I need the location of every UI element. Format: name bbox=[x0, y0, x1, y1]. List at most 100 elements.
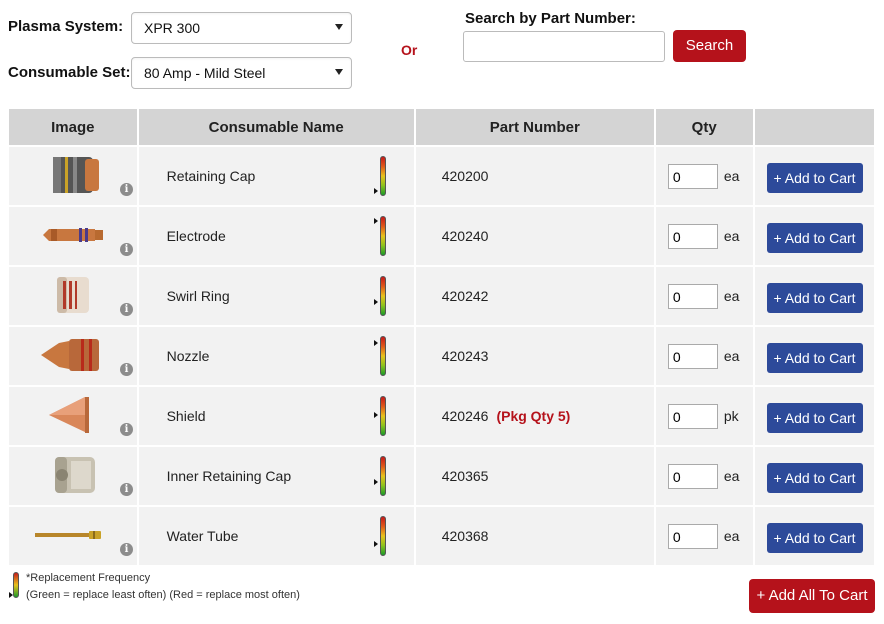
header-actions bbox=[754, 109, 874, 145]
quantity-input[interactable] bbox=[667, 524, 718, 549]
image-cell: i bbox=[9, 325, 137, 385]
name-cell: Nozzle bbox=[138, 325, 414, 385]
quantity-input[interactable] bbox=[667, 344, 718, 369]
part-number-cell: 420200 bbox=[415, 145, 654, 205]
unit-label: ea bbox=[723, 168, 740, 184]
replacement-frequency-icon bbox=[379, 156, 386, 196]
name-cell: Water Tube bbox=[138, 505, 414, 565]
name-cell: Retaining Cap bbox=[138, 145, 414, 205]
header-consumable-name: Consumable Name bbox=[138, 109, 414, 145]
info-icon[interactable]: i bbox=[120, 543, 133, 556]
part-number: 420240 bbox=[441, 228, 489, 244]
add-to-cart-button[interactable]: + Add to Cart bbox=[766, 163, 863, 193]
unit-label: pk bbox=[723, 408, 739, 424]
table-row: i Inner Retaining Cap 420365 ea + Add to… bbox=[9, 445, 874, 505]
part-number: 420242 bbox=[441, 288, 489, 304]
part-number-cell: 420368 bbox=[415, 505, 654, 565]
legend-title: *Replacement Frequency bbox=[26, 572, 151, 584]
frequency-pointer-icon bbox=[373, 340, 378, 346]
unit-label: ea bbox=[723, 468, 740, 484]
unit-label: ea bbox=[723, 288, 740, 304]
quantity-input[interactable] bbox=[667, 224, 718, 249]
add-to-cart-button[interactable]: + Add to Cart bbox=[766, 523, 863, 553]
image-cell: i bbox=[9, 265, 137, 325]
unit-label: ea bbox=[723, 348, 740, 364]
unit-label: ea bbox=[723, 228, 740, 244]
info-icon[interactable]: i bbox=[120, 483, 133, 496]
action-cell: + Add to Cart bbox=[754, 205, 874, 265]
image-cell: i bbox=[9, 505, 137, 565]
consumables-table: Image Consumable Name Part Number Qty i … bbox=[7, 109, 876, 565]
part-number-cell: 420246 (Pkg Qty 5) bbox=[415, 385, 654, 445]
part-image bbox=[29, 153, 109, 197]
table-row: i Retaining Cap 420200 ea + Add to Cart bbox=[9, 145, 874, 205]
add-to-cart-button[interactable]: + Add to Cart bbox=[766, 223, 863, 253]
plasma-system-label: Plasma System: bbox=[8, 18, 124, 35]
consumable-set-select[interactable]: 80 Amp - Mild Steel bbox=[131, 57, 352, 89]
frequency-pointer-icon bbox=[373, 412, 378, 418]
frequency-pointer-icon bbox=[373, 479, 378, 485]
action-cell: + Add to Cart bbox=[754, 505, 874, 565]
header-part-number: Part Number bbox=[415, 109, 654, 145]
part-number-cell: 420240 bbox=[415, 205, 654, 265]
quantity-input[interactable] bbox=[667, 284, 718, 309]
quantity-input[interactable] bbox=[667, 164, 718, 189]
name-cell: Swirl Ring bbox=[138, 265, 414, 325]
dropdown-caret-icon bbox=[335, 69, 343, 75]
part-number-search-input[interactable] bbox=[463, 31, 665, 62]
part-number-cell: 420243 bbox=[415, 325, 654, 385]
consumable-name: Swirl Ring bbox=[166, 288, 230, 304]
info-icon[interactable]: i bbox=[120, 423, 133, 436]
consumable-name: Inner Retaining Cap bbox=[166, 468, 292, 484]
add-all-to-cart-button[interactable]: + Add All To Cart bbox=[749, 579, 875, 613]
replacement-frequency-icon bbox=[13, 572, 19, 598]
part-number: 420368 bbox=[441, 528, 489, 544]
add-to-cart-button[interactable]: + Add to Cart bbox=[766, 463, 863, 493]
plasma-system-select[interactable]: XPR 300 bbox=[131, 12, 352, 44]
replacement-frequency-icon bbox=[379, 276, 386, 316]
image-cell: i bbox=[9, 445, 137, 505]
info-icon[interactable]: i bbox=[120, 243, 133, 256]
part-image bbox=[29, 333, 109, 377]
search-button[interactable]: Search bbox=[673, 30, 746, 62]
frequency-pointer-icon bbox=[9, 592, 13, 598]
name-cell: Inner Retaining Cap bbox=[138, 445, 414, 505]
add-to-cart-button[interactable]: + Add to Cart bbox=[766, 343, 863, 373]
add-to-cart-button[interactable]: + Add to Cart bbox=[766, 283, 863, 313]
image-cell: i bbox=[9, 385, 137, 445]
part-number-cell: 420365 bbox=[415, 445, 654, 505]
consumable-name: Retaining Cap bbox=[166, 168, 256, 184]
unit-label: ea bbox=[723, 528, 740, 544]
action-cell: + Add to Cart bbox=[754, 325, 874, 385]
legend-description: (Green = replace least often) (Red = rep… bbox=[26, 589, 300, 601]
info-icon[interactable]: i bbox=[120, 303, 133, 316]
info-icon[interactable]: i bbox=[120, 363, 133, 376]
header-image: Image bbox=[9, 109, 137, 145]
quantity-input[interactable] bbox=[667, 464, 718, 489]
name-cell: Shield bbox=[138, 385, 414, 445]
consumable-name: Nozzle bbox=[166, 348, 210, 364]
part-number: 420200 bbox=[441, 168, 489, 184]
action-cell: + Add to Cart bbox=[754, 385, 874, 445]
action-cell: + Add to Cart bbox=[754, 145, 874, 205]
or-separator: Or bbox=[401, 42, 418, 58]
part-image bbox=[29, 453, 109, 497]
dropdown-caret-icon bbox=[335, 24, 343, 30]
qty-cell: ea bbox=[655, 445, 753, 505]
info-icon[interactable]: i bbox=[120, 183, 133, 196]
qty-cell: pk bbox=[655, 385, 753, 445]
image-cell: i bbox=[9, 145, 137, 205]
action-cell: + Add to Cart bbox=[754, 445, 874, 505]
consumable-name: Water Tube bbox=[166, 528, 239, 544]
quantity-input[interactable] bbox=[667, 404, 718, 429]
add-to-cart-button[interactable]: + Add to Cart bbox=[766, 403, 863, 433]
part-number-cell: 420242 bbox=[415, 265, 654, 325]
replacement-frequency-icon bbox=[379, 336, 386, 376]
frequency-pointer-icon bbox=[373, 188, 378, 194]
consumable-set-label: Consumable Set: bbox=[8, 64, 131, 81]
table-row: i Water Tube 420368 ea + Add to Cart bbox=[9, 505, 874, 565]
qty-cell: ea bbox=[655, 325, 753, 385]
frequency-pointer-icon bbox=[373, 541, 378, 547]
part-image bbox=[29, 513, 109, 557]
part-image bbox=[29, 273, 109, 317]
